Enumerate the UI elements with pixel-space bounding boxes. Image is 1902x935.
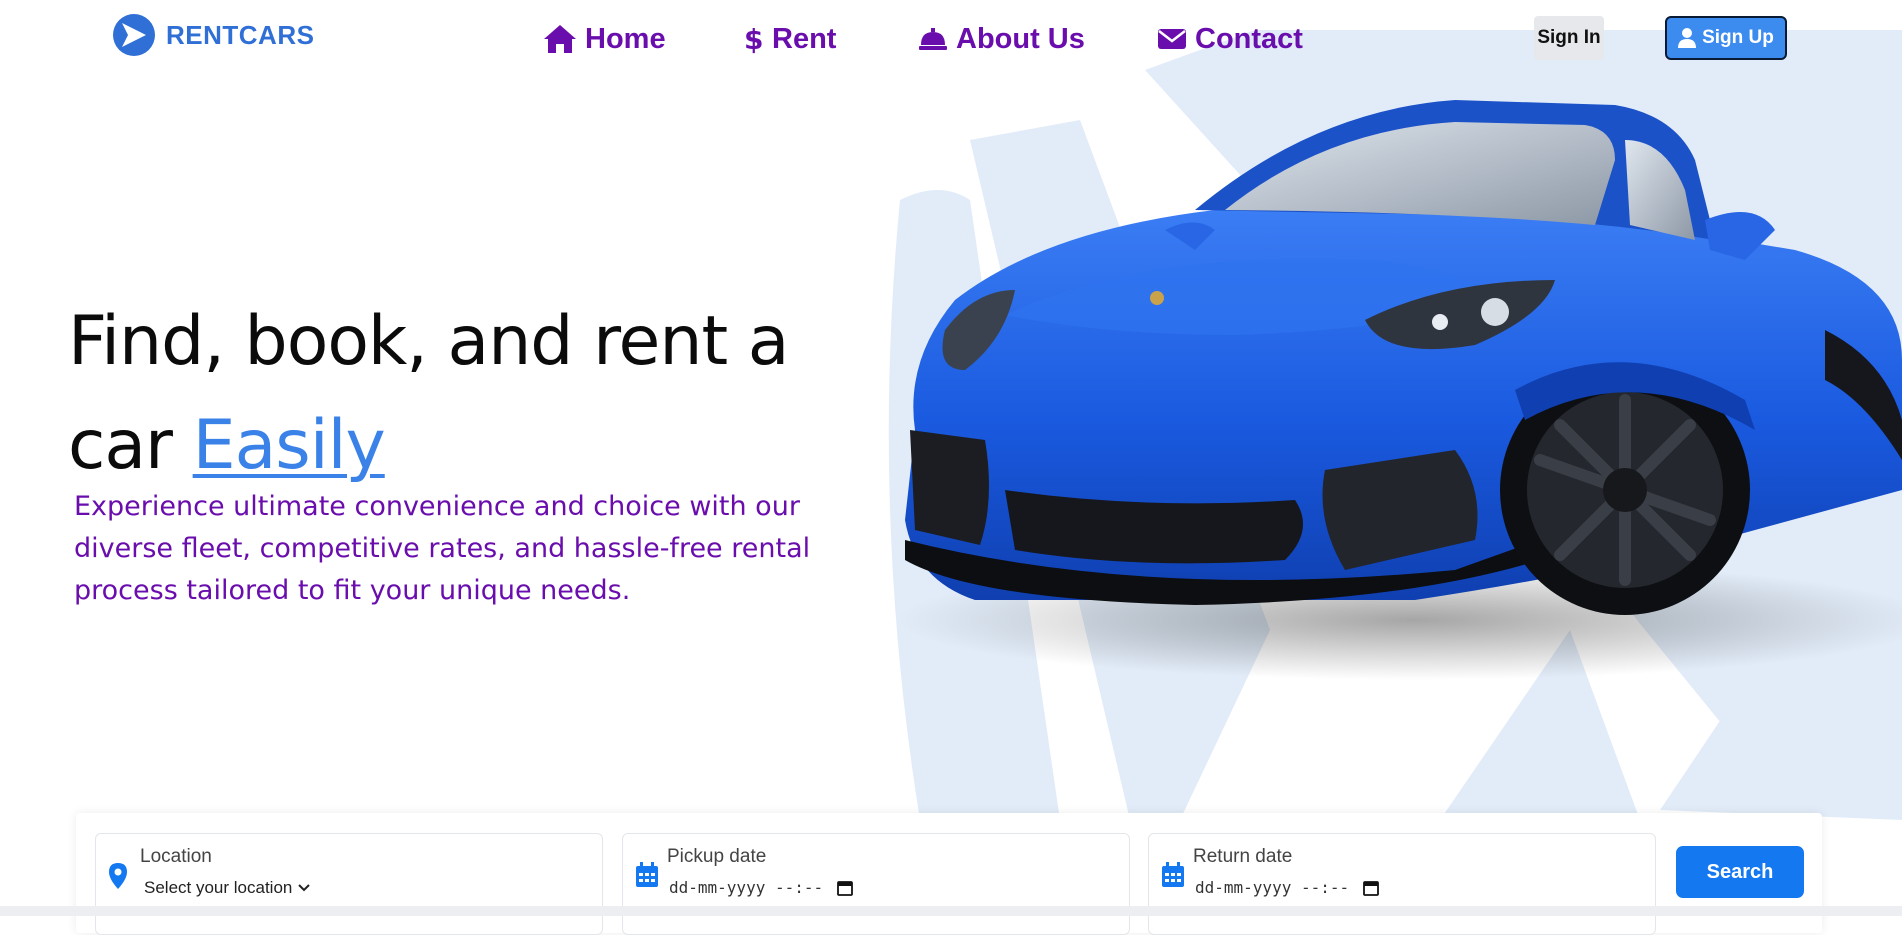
- pickup-date-value: dd-mm-yyyy --:--: [669, 878, 824, 897]
- svg-text:$: $: [744, 24, 763, 54]
- nav-about-us-label: About Us: [956, 22, 1085, 55]
- pickup-date-label: Pickup date: [667, 846, 767, 867]
- sign-up-button[interactable]: Sign Up: [1665, 16, 1787, 60]
- location-label: Location: [140, 846, 212, 867]
- return-date-label: Return date: [1193, 846, 1293, 867]
- pickup-date-field[interactable]: Pickup date dd-mm-yyyy --:--: [622, 833, 1130, 935]
- hero-headline: Find, book, and rent a car Easily: [68, 290, 888, 498]
- nav-about-us[interactable]: About Us: [918, 14, 1085, 64]
- dollar-icon: $: [744, 24, 763, 54]
- nav-rent[interactable]: $ Rent: [742, 14, 836, 64]
- page-bottom-edge: [0, 906, 1902, 916]
- nav-contact-label: Contact: [1195, 22, 1303, 55]
- brand-name: RENTCARS: [166, 19, 315, 50]
- sign-up-label: Sign Up: [1702, 27, 1774, 48]
- hero-headline-prefix: Find, book, and rent a car: [68, 302, 789, 485]
- nav-home[interactable]: Home: [543, 14, 666, 64]
- search-button[interactable]: Search: [1676, 846, 1804, 898]
- sign-in-button[interactable]: Sign In: [1534, 16, 1604, 60]
- hero-car-image: [895, 100, 1902, 680]
- location-field[interactable]: Location Select your location: [95, 833, 603, 935]
- chevron-down-icon: [298, 884, 311, 892]
- calendar-picker-icon[interactable]: [1363, 880, 1380, 896]
- nav-contact[interactable]: Contact: [1157, 14, 1303, 64]
- location-select[interactable]: Select your location: [144, 878, 311, 898]
- user-icon: [1678, 28, 1697, 48]
- calendar-picker-icon[interactable]: [837, 880, 854, 896]
- return-date-field[interactable]: Return date dd-mm-yyyy --:--: [1148, 833, 1656, 935]
- calendar-icon: [1162, 862, 1184, 887]
- hero-headline-accent: Easily: [192, 406, 386, 485]
- return-date-value: dd-mm-yyyy --:--: [1195, 878, 1350, 897]
- logo-icon: [113, 14, 155, 56]
- brand-logo[interactable]: RENTCARS: [112, 10, 314, 60]
- pickup-date-input[interactable]: dd-mm-yyyy --:--: [669, 878, 854, 897]
- nav-home-label: Home: [585, 22, 666, 55]
- location-select-value: Select your location: [144, 878, 293, 897]
- nav-rent-label: Rent: [772, 22, 837, 55]
- hero-subtitle: Experience ultimate convenience and choi…: [74, 491, 811, 606]
- bell-icon: [919, 28, 947, 50]
- envelope-icon: [1158, 29, 1186, 49]
- return-date-input[interactable]: dd-mm-yyyy --:--: [1195, 878, 1380, 897]
- home-icon: [544, 25, 576, 53]
- calendar-icon: [636, 862, 658, 887]
- map-pin-icon: [109, 863, 127, 889]
